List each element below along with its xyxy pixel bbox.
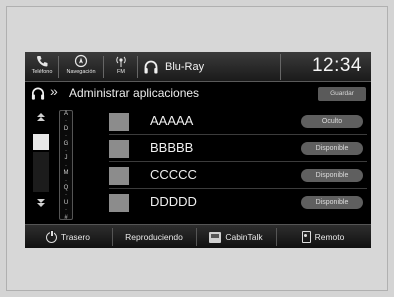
cabintalk-icon (209, 231, 222, 243)
phone-button[interactable]: Teléfono (27, 54, 57, 80)
navigation-button[interactable]: Navegación (61, 54, 101, 80)
fm-label: FM (117, 69, 125, 75)
index-letter[interactable]: J (60, 155, 72, 162)
alphabet-index[interactable]: A · D · G · J · M · Q · U · # (59, 110, 73, 222)
scrollbar-track[interactable] (33, 152, 49, 192)
list-item[interactable]: BBBBB Disponible (80, 135, 367, 161)
index-letter[interactable]: Q (60, 185, 72, 192)
index-letter: · (65, 192, 67, 199)
index-letter[interactable]: U (60, 200, 72, 207)
source-label: Blu-Ray (165, 61, 205, 73)
index-letter: · (65, 177, 67, 184)
top-bar: Teléfono Navegación FM Blu-Ray 12:34 (25, 52, 371, 82)
scroll-down-icon[interactable] (33, 196, 49, 216)
divider (137, 56, 138, 78)
double-chevron-down-icon (37, 199, 45, 207)
index-letter: · (65, 162, 67, 169)
app-thumbnail (109, 140, 129, 158)
save-button[interactable]: Guardar (318, 87, 366, 101)
chevron-right-icon: » (50, 83, 58, 99)
rear-button[interactable]: Trasero (27, 227, 109, 247)
cabintalk-label: CabinTalk (225, 232, 263, 242)
power-icon (46, 229, 57, 243)
app-thumbnail (109, 113, 129, 131)
app-thumbnail (109, 194, 129, 212)
index-letter[interactable]: # (60, 215, 72, 222)
title-bar: » Administrar aplicaciones Guardar (25, 83, 371, 103)
status-button[interactable]: Disponible (301, 142, 363, 155)
headphones-icon (31, 87, 45, 100)
status-button[interactable]: Oculto (301, 115, 363, 128)
cabintalk-button[interactable]: CabinTalk (199, 227, 273, 247)
index-letter: · (65, 207, 67, 214)
remote-label: Remoto (314, 232, 345, 242)
now-playing-label: Reproduciendo (125, 232, 183, 242)
now-playing-button[interactable]: Reproduciendo (115, 227, 193, 247)
rear-label: Trasero (61, 232, 90, 242)
remote-icon (301, 231, 311, 243)
divider (58, 56, 59, 78)
index-letter: · (65, 133, 67, 140)
app-name: DDDDD (150, 194, 197, 209)
scroll-up-icon[interactable] (33, 110, 49, 130)
list-item[interactable]: AAAAA Oculto (80, 108, 367, 134)
fm-button[interactable]: FM (107, 54, 135, 80)
scrollbar-thumb[interactable] (33, 134, 49, 150)
app-name: CCCCC (150, 167, 197, 182)
divider (196, 228, 197, 246)
clock-area: 12:34 (280, 54, 368, 80)
phone-label: Teléfono (31, 69, 53, 75)
index-letter: · (65, 118, 67, 125)
radio-icon (116, 56, 126, 67)
index-letter[interactable]: A (60, 111, 72, 118)
headphones-icon (144, 60, 158, 74)
list-item[interactable]: CCCCC Disponible (80, 162, 367, 188)
clock: 12:34 (311, 55, 362, 76)
divider (103, 56, 104, 78)
index-letter[interactable]: D (60, 126, 72, 133)
navigation-icon (74, 54, 88, 68)
navigation-label: Navegación (66, 69, 96, 75)
app-name: AAAAA (150, 113, 194, 128)
list-item[interactable]: DDDDD Disponible (80, 189, 367, 215)
bottom-bar: Trasero Reproduciendo CabinTalk Remoto (25, 224, 371, 248)
double-chevron-up-icon (37, 113, 45, 121)
display-screen: Teléfono Navegación FM Blu-Ray 12:34 » A… (25, 52, 371, 248)
index-letter[interactable]: M (60, 170, 72, 177)
status-button[interactable]: Disponible (301, 196, 363, 209)
source-indicator[interactable]: Blu-Ray (143, 56, 204, 78)
page-title: Administrar aplicaciones (69, 86, 200, 100)
remote-button[interactable]: Remoto (279, 227, 367, 247)
app-name: BBBBB (150, 140, 194, 155)
index-letter: · (65, 148, 67, 155)
app-thumbnail (109, 167, 129, 185)
index-letter[interactable]: G (60, 141, 72, 148)
divider (112, 228, 113, 246)
phone-icon (37, 56, 48, 67)
status-button[interactable]: Disponible (301, 169, 363, 182)
divider (276, 228, 277, 246)
